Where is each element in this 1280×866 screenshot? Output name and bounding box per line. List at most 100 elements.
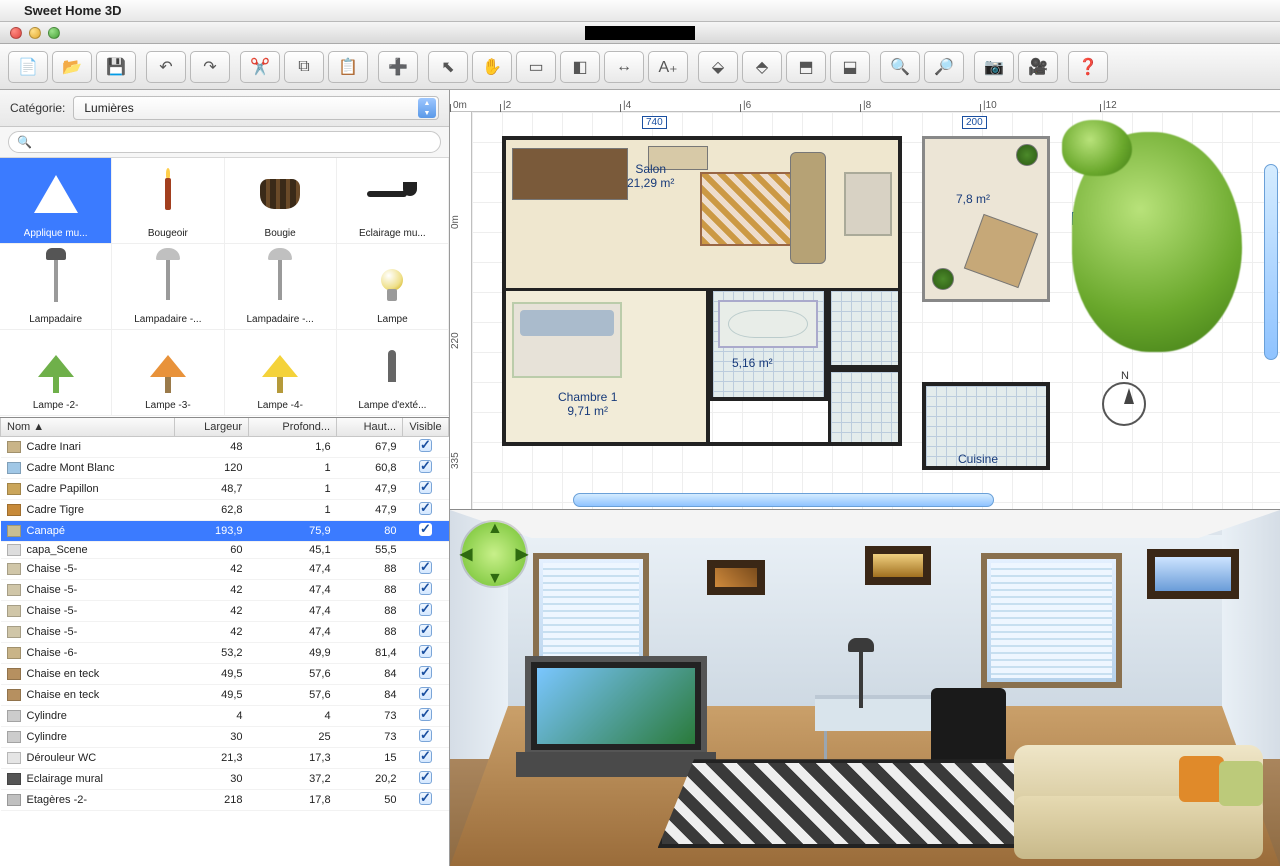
catalog-item[interactable]: Lampe -3- — [112, 330, 224, 416]
plan-v-scrollbar[interactable] — [1264, 136, 1278, 491]
visible-checkbox[interactable] — [419, 666, 432, 679]
visible-checkbox[interactable] — [419, 708, 432, 721]
visible-checkbox[interactable] — [419, 561, 432, 574]
visible-checkbox[interactable] — [419, 687, 432, 700]
catalog-item[interactable]: Eclairage mu... — [337, 158, 449, 244]
visible-checkbox[interactable] — [419, 771, 432, 784]
window-zoom-button[interactable] — [48, 27, 60, 39]
table-row[interactable]: Chaise -5-4247,488 — [1, 601, 449, 622]
open-button[interactable]: 📂 — [52, 51, 92, 83]
table-row[interactable]: Chaise -6-53,249,981,4 — [1, 643, 449, 664]
catalog-item[interactable]: Bougeoir — [112, 158, 224, 244]
undo-button[interactable]: ↶ — [146, 51, 186, 83]
paste-button[interactable]: 📋 — [328, 51, 368, 83]
zoom-out-button[interactable]: 🔎 — [924, 51, 964, 83]
new-button[interactable]: 📄 — [8, 51, 48, 83]
3d-nav-control[interactable]: ▲▼◀▶ — [462, 522, 526, 586]
table-row[interactable]: Eclairage mural3037,220,2 — [1, 769, 449, 790]
dining-table[interactable] — [512, 148, 628, 200]
table-row[interactable]: Cylindre4473 — [1, 706, 449, 727]
3d-aerial-button[interactable]: ⬙ — [698, 51, 738, 83]
table-row[interactable]: Chaise en teck49,557,684 — [1, 685, 449, 706]
video-button[interactable]: 🎥 — [1018, 51, 1058, 83]
catalog-item[interactable]: Lampadaire -... — [112, 244, 224, 330]
tree-small[interactable] — [1062, 120, 1132, 176]
table-row[interactable]: Chaise -5-4247,488 — [1, 622, 449, 643]
catalog-item[interactable]: Lampe -2- — [0, 330, 112, 416]
3d-all-levels-button[interactable]: ⬒ — [786, 51, 826, 83]
zoom-in-button[interactable]: 🔍 — [880, 51, 920, 83]
col-name[interactable]: Nom ▲ — [1, 418, 175, 437]
col-height[interactable]: Haut... — [337, 418, 403, 437]
add-furniture-button[interactable]: ➕ — [378, 51, 418, 83]
catalog-item[interactable]: Lampe — [337, 244, 449, 330]
catalog-item[interactable]: Lampe d'exté... — [337, 330, 449, 416]
save-button[interactable]: 💾 — [96, 51, 136, 83]
category-select[interactable]: Lumières ▲▼ — [73, 96, 439, 120]
help-button[interactable]: ❓ — [1068, 51, 1108, 83]
visible-checkbox[interactable] — [419, 481, 432, 494]
room-wc[interactable] — [828, 291, 902, 369]
3d-select-level-button[interactable]: ⬓ — [830, 51, 870, 83]
select-tool-button[interactable]: ⬉ — [428, 51, 468, 83]
plant-1[interactable] — [1016, 144, 1038, 166]
table-row[interactable]: Chaise -5-4247,488 — [1, 580, 449, 601]
cut-button[interactable]: ✂️ — [240, 51, 280, 83]
table-row[interactable]: Canapé193,975,980 — [1, 521, 449, 542]
text-tool-button[interactable]: A₊ — [648, 51, 688, 83]
table-row[interactable]: Cadre Inari481,667,9 — [1, 437, 449, 458]
category-stepper[interactable]: ▲▼ — [418, 98, 436, 118]
catalog-item[interactable]: Lampe -4- — [225, 330, 337, 416]
visible-checkbox[interactable] — [419, 645, 432, 658]
table-row[interactable]: Cadre Tigre62,8147,9 — [1, 500, 449, 521]
photo-button[interactable]: 📷 — [974, 51, 1014, 83]
bed[interactable] — [512, 302, 622, 378]
window-minimize-button[interactable] — [29, 27, 41, 39]
plan-canvas[interactable]: 740 200 185 Salon21,29 m² — [472, 112, 1280, 509]
visible-checkbox[interactable] — [419, 502, 432, 515]
bathtub[interactable] — [718, 300, 818, 348]
visible-checkbox[interactable] — [419, 750, 432, 763]
catalog-item[interactable]: Lampadaire — [0, 244, 112, 330]
app-menu-name[interactable]: Sweet Home 3D — [24, 3, 122, 18]
view-3d[interactable]: ▲▼◀▶ — [450, 510, 1280, 866]
furniture-table[interactable]: Nom ▲ Largeur Profond... Haut... Visible… — [0, 418, 449, 866]
copy-button[interactable]: ⧉ — [284, 51, 324, 83]
3d-virtual-button[interactable]: ⬘ — [742, 51, 782, 83]
table-row[interactable]: Dérouleur WC21,317,315 — [1, 748, 449, 769]
col-width[interactable]: Largeur — [175, 418, 249, 437]
plant-2[interactable] — [932, 268, 954, 290]
col-depth[interactable]: Profond... — [249, 418, 337, 437]
visible-checkbox[interactable] — [419, 729, 432, 742]
visible-checkbox[interactable] — [419, 792, 432, 805]
redo-button[interactable]: ↷ — [190, 51, 230, 83]
table-row[interactable]: Cylindre302573 — [1, 727, 449, 748]
visible-checkbox[interactable] — [419, 523, 432, 536]
wall-tool-button[interactable]: ▭ — [516, 51, 556, 83]
visible-checkbox[interactable] — [419, 603, 432, 616]
visible-checkbox[interactable] — [419, 624, 432, 637]
catalog-item[interactable]: Bougie — [225, 158, 337, 244]
table-row[interactable]: Cadre Mont Blanc120160,8 — [1, 458, 449, 479]
room-hall[interactable] — [828, 369, 902, 446]
table-row[interactable]: capa_Scene6045,155,5 — [1, 542, 449, 559]
plan-2d[interactable]: 0m |2 |4 |6 |8 |10 |12 0m 220 335 740 — [450, 90, 1280, 510]
visible-checkbox[interactable] — [419, 460, 432, 473]
visible-checkbox[interactable] — [419, 582, 432, 595]
dimension-tool-button[interactable]: ↔ — [604, 51, 644, 83]
catalog-item[interactable]: Lampadaire -... — [225, 244, 337, 330]
table-row[interactable]: Cadre Papillon48,7147,9 — [1, 479, 449, 500]
pan-tool-button[interactable]: ✋ — [472, 51, 512, 83]
col-visible[interactable]: Visible — [403, 418, 449, 437]
catalog-item[interactable]: Applique mu... — [0, 158, 112, 244]
window-close-button[interactable] — [10, 27, 22, 39]
furniture-catalog[interactable]: Applique mu...BougeoirBougieEclairage mu… — [0, 158, 449, 418]
table-row[interactable]: Etagères -2-21817,850 — [1, 790, 449, 811]
armchair[interactable] — [844, 172, 892, 236]
table-row[interactable]: Chaise -5-4247,488 — [1, 559, 449, 580]
search-input[interactable]: 🔍 — [8, 131, 441, 153]
plan-h-scrollbar[interactable] — [496, 493, 1262, 507]
visible-checkbox[interactable] — [419, 439, 432, 452]
sofa-plan[interactable] — [790, 152, 826, 264]
room-tool-button[interactable]: ◧ — [560, 51, 600, 83]
